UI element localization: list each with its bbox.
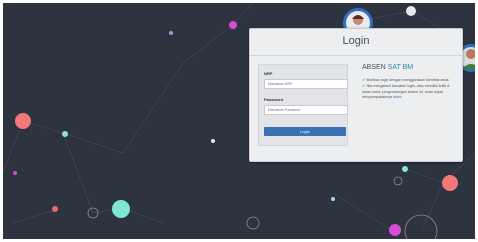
network-background: Login NRP Password Login ABSEN SAT BM ✔ …	[3, 3, 475, 239]
password-label: Password	[264, 97, 283, 102]
login-button[interactable]: Login	[264, 127, 346, 136]
brand-title: ABSEN SAT BM	[362, 64, 456, 71]
brand-prefix: ABSEN	[362, 64, 388, 71]
info-text: ✔ Silahkan login dengan menggunakan iden…	[362, 78, 456, 101]
login-panel: Login NRP Password Login ABSEN SAT BM ✔ …	[249, 28, 463, 162]
nrp-label: NRP	[264, 71, 273, 76]
info-section: ABSEN SAT BM ✔ Silahkan login dengan men…	[362, 64, 456, 99]
info-line-1-text: Silahkan login dengan menggunakan identi…	[366, 78, 449, 82]
info-line-2: ✔ Jika mengalami kesulitan login, atau m…	[362, 84, 456, 101]
help-link[interactable]: disini	[393, 95, 401, 99]
login-form: NRP Password Login	[258, 64, 348, 146]
check-icon: ✔	[362, 83, 366, 88]
info-line-2-text: Jika mengalami kesulitan login, atau mem…	[362, 83, 450, 100]
nrp-input[interactable]	[264, 79, 348, 89]
panel-divider	[250, 55, 462, 56]
password-input[interactable]	[264, 105, 348, 115]
login-title: Login	[342, 35, 370, 47]
check-icon: ✔	[362, 78, 366, 82]
brand-accent: SAT BM	[387, 64, 414, 71]
